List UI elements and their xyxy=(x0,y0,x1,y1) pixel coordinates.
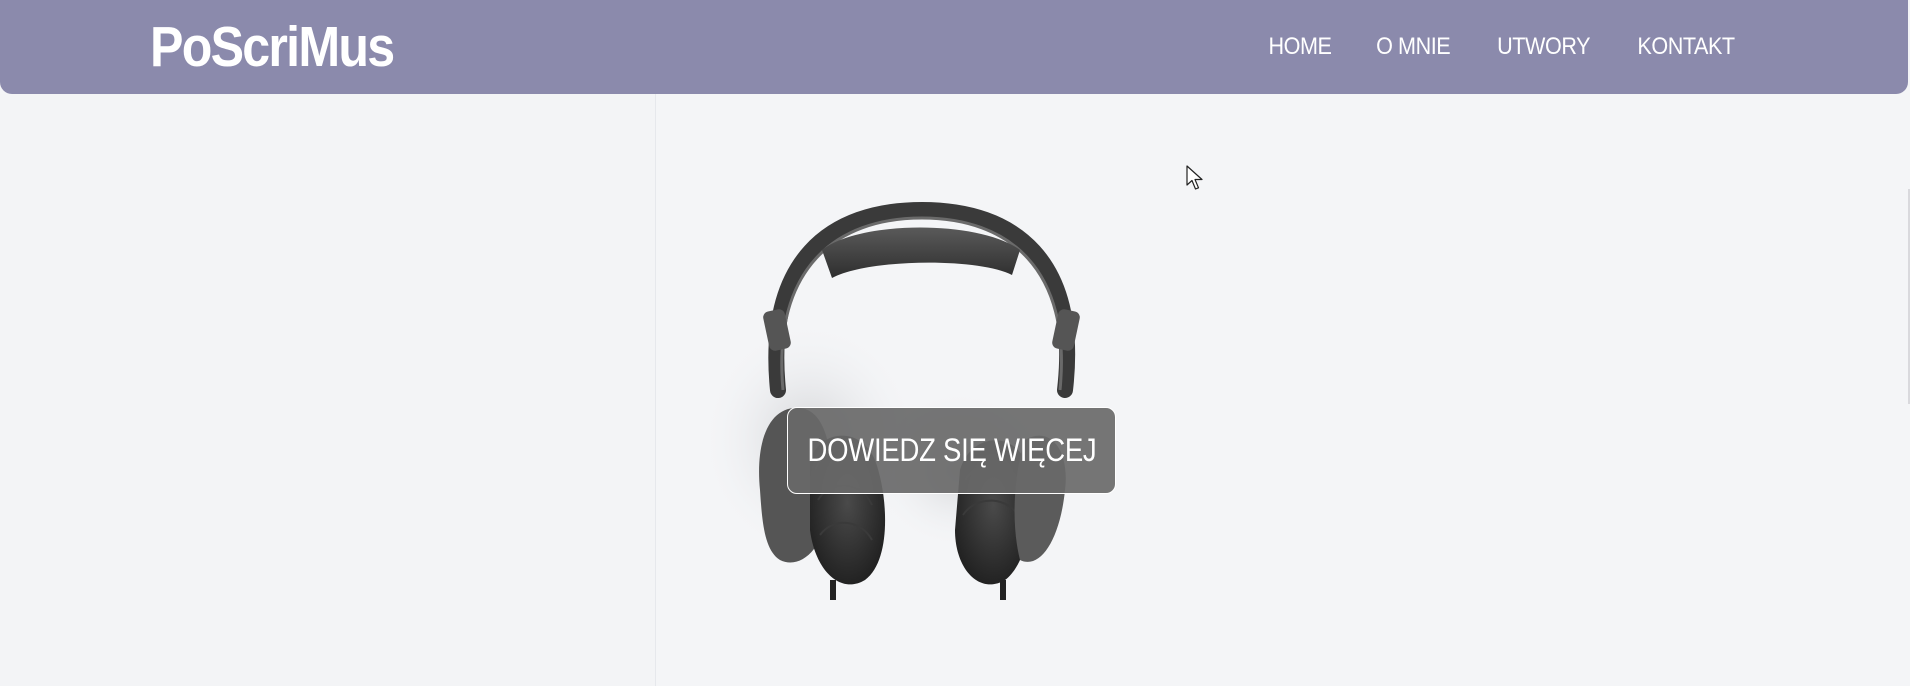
hero-left-panel xyxy=(0,94,656,686)
headphones-icon xyxy=(700,201,1080,600)
nav-item-o-mnie[interactable]: O MNIE xyxy=(1376,30,1451,64)
main-nav: HOME O MNIE UTWORY KONTAKT xyxy=(1265,30,1740,64)
page: PoScriMus HOME O MNIE UTWORY KONTAKT DOW… xyxy=(0,0,1910,686)
learn-more-label: DOWIEDZ SIĘ WIĘCEJ xyxy=(807,432,1096,468)
nav-item-kontakt[interactable]: KONTAKT xyxy=(1637,30,1735,64)
site-logo[interactable]: PoScriMus xyxy=(150,14,395,80)
learn-more-button[interactable]: DOWIEDZ SIĘ WIĘCEJ xyxy=(787,407,1116,494)
mouse-cursor-icon xyxy=(1186,165,1203,190)
site-header: PoScriMus HOME O MNIE UTWORY KONTAKT xyxy=(0,0,1908,94)
nav-item-utwory[interactable]: UTWORY xyxy=(1497,30,1590,64)
nav-item-home[interactable]: HOME xyxy=(1269,30,1332,64)
